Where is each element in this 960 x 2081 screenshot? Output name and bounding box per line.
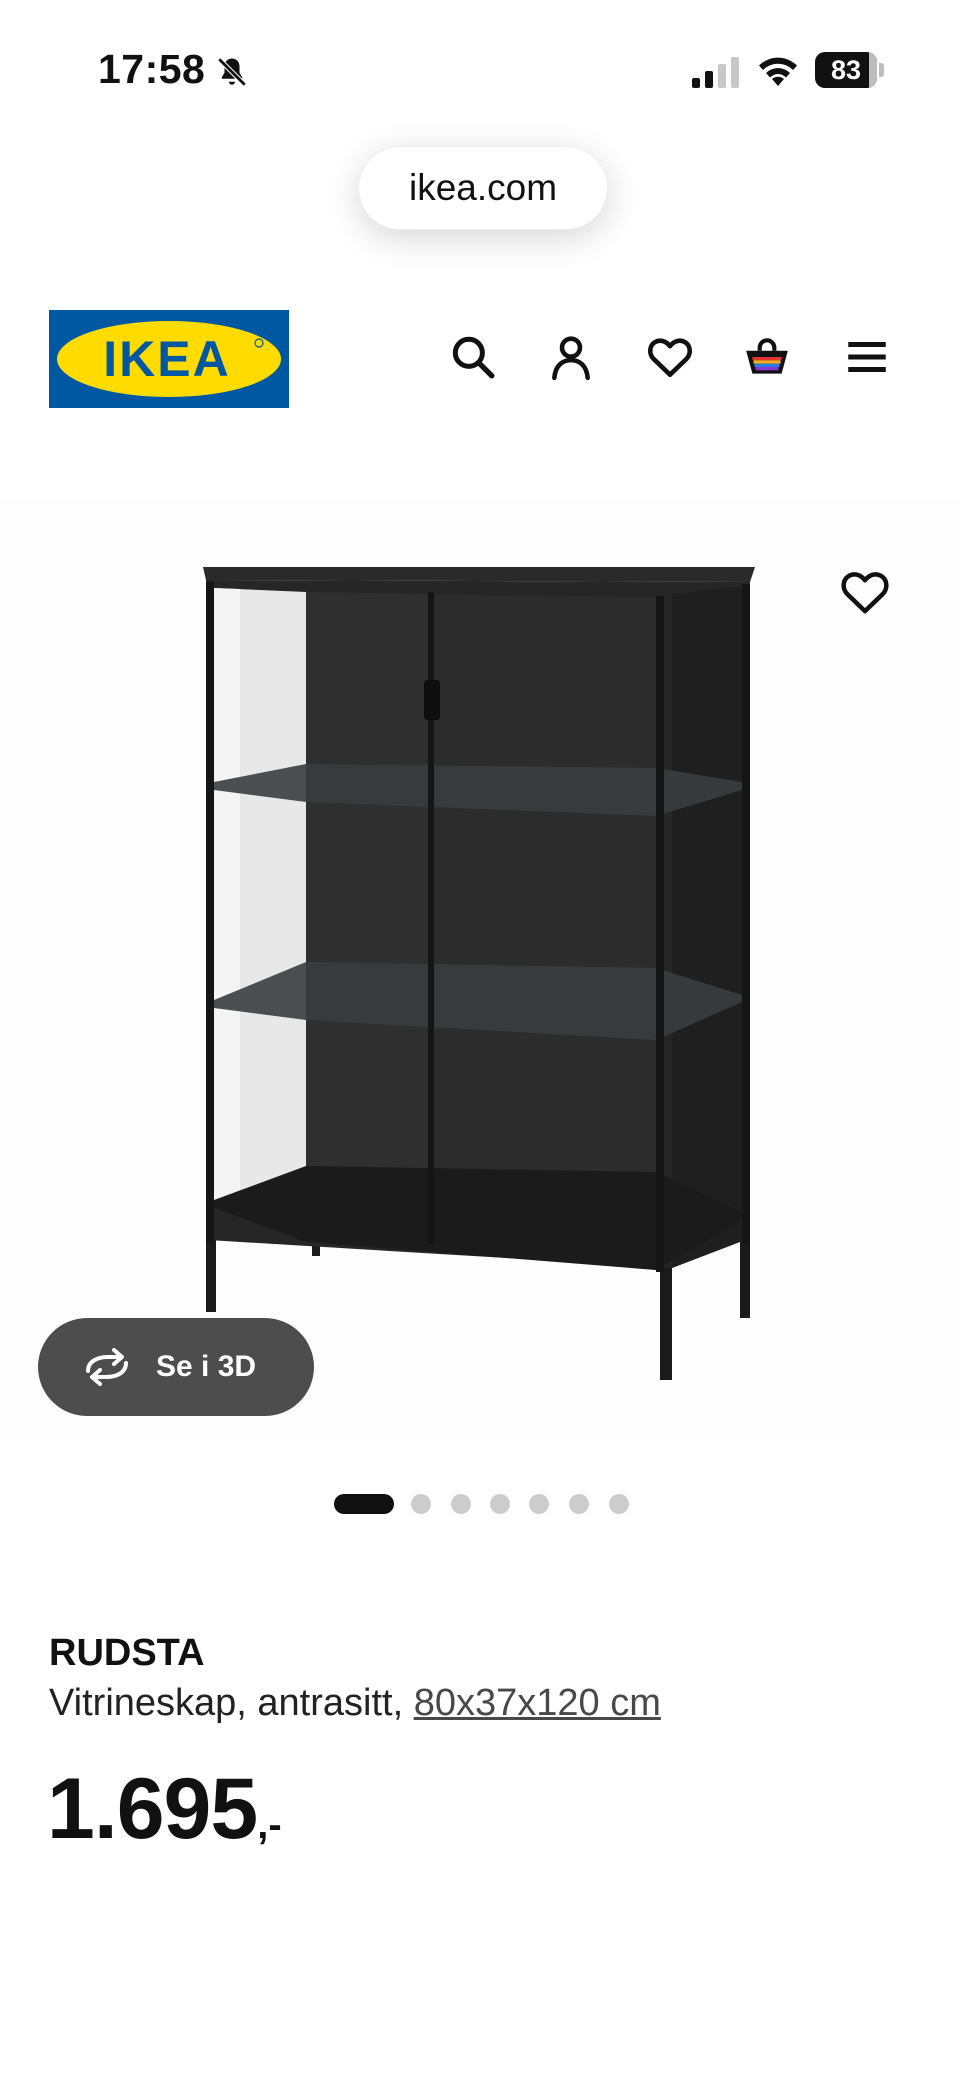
carousel-dot-2[interactable] [411,1494,431,1514]
product-info: RUDSTA Vitrineskap, antrasitt, 80x37x120… [49,1630,929,1728]
battery-cap [879,63,884,77]
carousel-pagination [0,1490,960,1520]
status-time: 17:58 [98,46,206,92]
wifi-icon [759,57,797,86]
ikea-logo-graphic: IKEA [49,310,289,408]
carousel-dot-3[interactable] [451,1494,471,1514]
site-header: IKEA [0,300,960,420]
price-integer: 1.695 [47,1761,258,1857]
menu-icon[interactable] [842,332,892,382]
ikea-logo[interactable]: IKEA [49,310,289,408]
account-icon[interactable] [546,332,596,382]
carousel-dot-6[interactable] [569,1494,589,1514]
product-size-link[interactable]: 80x37x120 cm [414,1682,661,1724]
product-description: Vitrineskap, antrasitt, 80x37x120 cm [49,1678,929,1728]
rotate-3d-icon [86,1348,128,1386]
cabinet-illustration [203,567,755,1380]
battery-level: 83 [830,55,862,85]
carousel-dot-7[interactable] [609,1494,629,1514]
carousel-dot-1[interactable] [334,1494,394,1514]
heart-icon[interactable] [645,332,695,382]
add-to-wishlist-icon[interactable] [838,565,892,619]
product-name: RUDSTA [49,1632,205,1674]
address-bar[interactable]: ikea.com [358,146,608,230]
see-in-3d-label: Se i 3D [156,1350,257,1383]
carousel-dot-4[interactable] [490,1494,510,1514]
see-in-3d-button[interactable]: Se i 3D [38,1318,314,1416]
bell-off-icon [217,57,247,87]
product-price: 1.695,- [47,1760,282,1859]
battery-indicator: 83 [815,52,877,88]
logo-text: IKEA [103,331,230,387]
product-type: Vitrineskap, antrasitt, [49,1682,414,1724]
shopping-bag-icon[interactable] [742,332,792,382]
signal-icon [692,57,739,88]
status-bar: 17:58 83 [0,0,960,140]
price-suffix: ,- [257,1803,282,1847]
carousel-dot-5[interactable] [529,1494,549,1514]
search-icon[interactable] [448,332,498,382]
product-image[interactable]: Se i 3D [0,500,960,1440]
